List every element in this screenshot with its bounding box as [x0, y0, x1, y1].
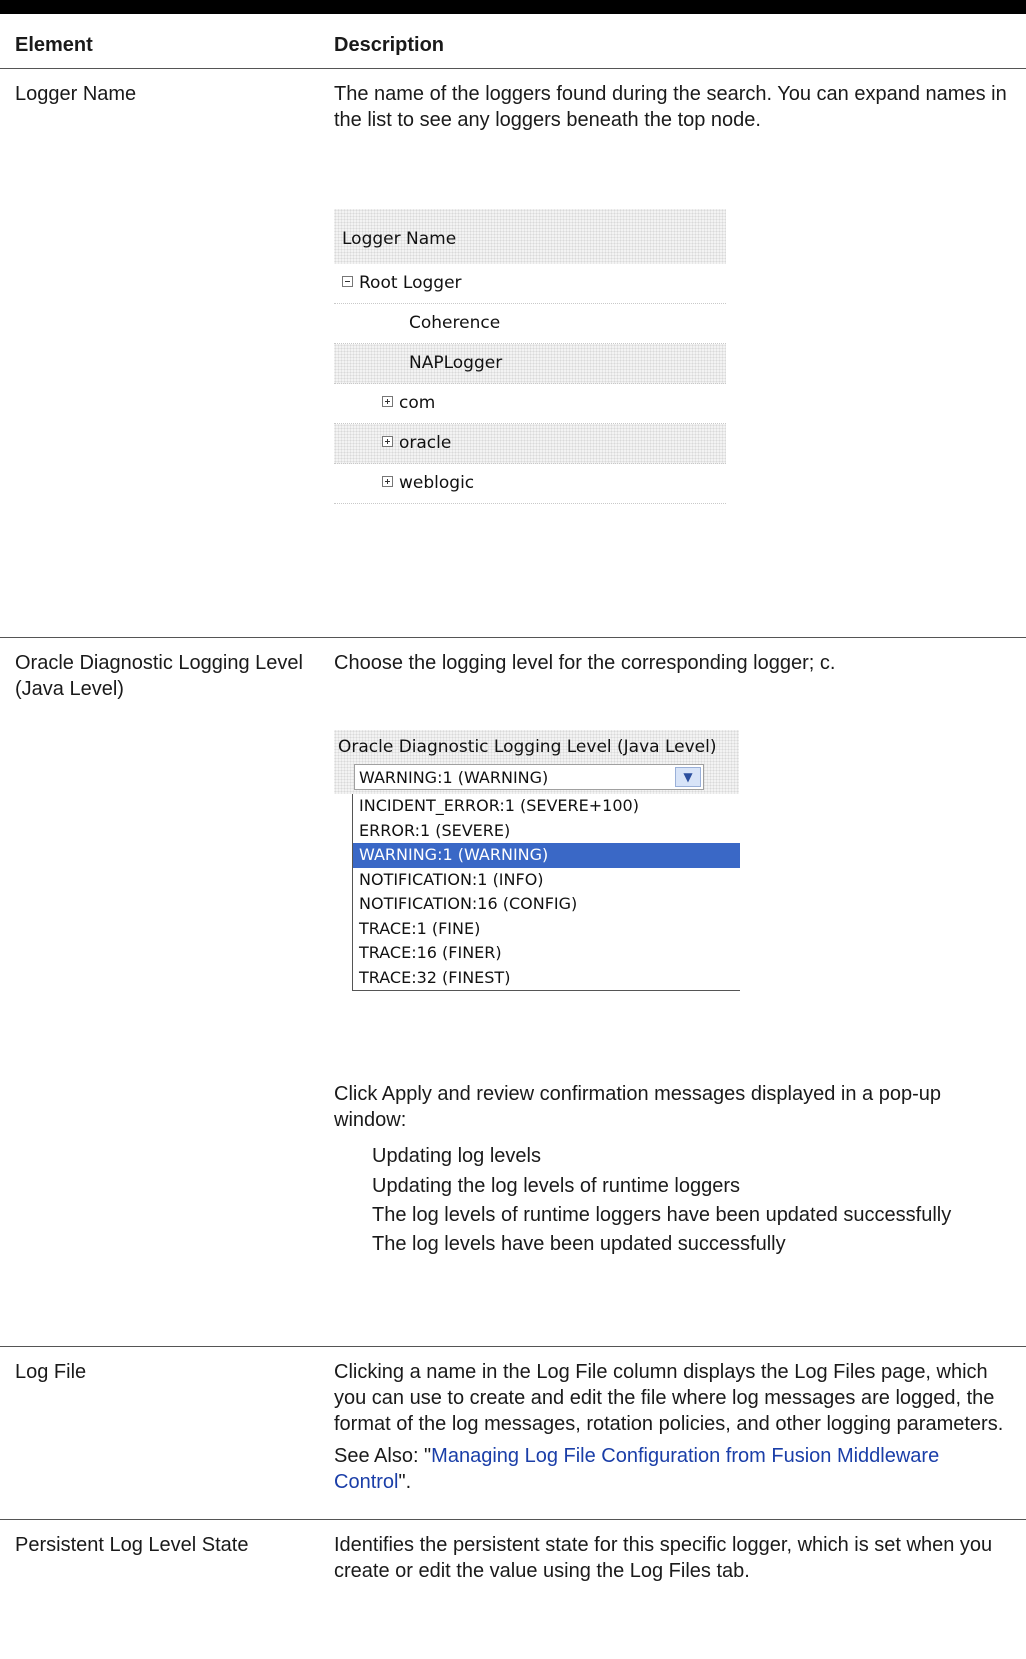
table-row-logger-name: Logger Name The name of the loggers foun… [0, 68, 1026, 638]
logger-tree-figure: Logger Name Root Logger Coherence NAPLog… [334, 209, 726, 504]
description-cell: The name of the loggers found during the… [334, 69, 1026, 638]
tree-item-label: Coherence [409, 313, 501, 333]
description-cell: Identifies the persistent state for this… [334, 1520, 1026, 1585]
table-row-log-file: Log File Clicking a name in the Log File… [0, 1346, 1026, 1520]
level-option[interactable]: TRACE:32 (FINEST) [353, 966, 740, 991]
level-option-highlighted[interactable]: WARNING:1 (WARNING) [353, 843, 740, 868]
level-option[interactable]: TRACE:1 (FINE) [353, 917, 740, 942]
selected-level: WARNING:1 (WARNING) [359, 768, 549, 787]
description-cell: Choose the logging level for the corresp… [334, 638, 1026, 1347]
tree-item-coherence[interactable]: Coherence [334, 304, 726, 344]
element-cell: Persistent Log Level State [15, 1534, 249, 1556]
message-item: Updating the log levels of runtime logge… [372, 1175, 740, 1197]
message-item: Updating log levels [372, 1145, 541, 1167]
confirmation-messages: Updating log levels Updating the log lev… [334, 1141, 1012, 1259]
tree-item-naplogger[interactable]: NAPLogger [334, 344, 726, 384]
tree-item-label: oracle [399, 433, 452, 453]
apply-note: Click Apply and review confirmation mess… [334, 1083, 941, 1131]
persistent-state-description: Identifies the persistent state for this… [334, 1534, 993, 1582]
table-header-row: Element Description [0, 14, 1026, 69]
expand-icon[interactable] [382, 435, 393, 447]
header-element: Element [15, 34, 93, 56]
see-also-prefix: See Also: " [334, 1445, 432, 1467]
table-row-odl-level: Oracle Diagnostic Logging Level (Java Le… [0, 637, 1026, 1347]
description-cell: Clicking a name in the Log File column d… [334, 1347, 1026, 1520]
tree-item-weblogic[interactable]: weblogic [334, 464, 726, 504]
expand-icon[interactable] [382, 475, 393, 487]
logger-tree-header: Logger Name [334, 209, 726, 264]
top-rule [0, 0, 1026, 14]
element-cell: Logger Name [15, 83, 137, 105]
message-item: The log levels of runtime loggers have b… [372, 1204, 952, 1226]
log-level-figure: Oracle Diagnostic Logging Level (Java Le… [334, 730, 740, 991]
tree-item-root-logger[interactable]: Root Logger [334, 264, 726, 304]
log-file-description: Clicking a name in the Log File column d… [334, 1361, 1004, 1435]
collapse-icon[interactable] [342, 275, 353, 287]
log-level-options: INCIDENT_ERROR:1 (SEVERE+100) ERROR:1 (S… [352, 794, 740, 991]
level-option[interactable]: NOTIFICATION:1 (INFO) [353, 868, 740, 893]
see-also: See Also: "Managing Log File Configurati… [334, 1443, 1012, 1495]
level-option[interactable]: INCIDENT_ERROR:1 (SEVERE+100) [353, 794, 740, 819]
tree-item-label: NAPLogger [409, 353, 503, 373]
tree-item-com[interactable]: com [334, 384, 726, 424]
element-description-table: Element Description Logger Name The name… [0, 14, 1026, 1584]
table-row-persistent-state: Persistent Log Level State Identifies th… [0, 1519, 1026, 1585]
logger-name-description: The name of the loggers found during the… [334, 83, 1007, 131]
log-level-header: Oracle Diagnostic Logging Level (Java Le… [338, 737, 717, 757]
see-also-suffix: ". [398, 1471, 412, 1493]
element-cell: Log File [15, 1361, 87, 1383]
tree-item-label: Root Logger [359, 273, 462, 293]
element-cell: Oracle Diagnostic Logging Level (Java Le… [15, 652, 303, 700]
tree-item-label: weblogic [399, 473, 475, 493]
level-option[interactable]: ERROR:1 (SEVERE) [353, 819, 740, 844]
message-item: The log levels have been updated success… [372, 1233, 786, 1255]
tree-item-oracle[interactable]: oracle [334, 424, 726, 464]
chevron-down-icon[interactable]: ▼ [675, 767, 701, 787]
expand-icon[interactable] [382, 395, 393, 407]
level-option[interactable]: NOTIFICATION:16 (CONFIG) [353, 892, 740, 917]
header-description: Description [334, 34, 445, 56]
odl-level-description: Choose the logging level for the corresp… [334, 652, 836, 674]
level-option[interactable]: TRACE:16 (FINER) [353, 941, 740, 966]
log-level-select[interactable]: WARNING:1 (WARNING) ▼ [354, 764, 704, 790]
tree-item-label: com [399, 393, 436, 413]
